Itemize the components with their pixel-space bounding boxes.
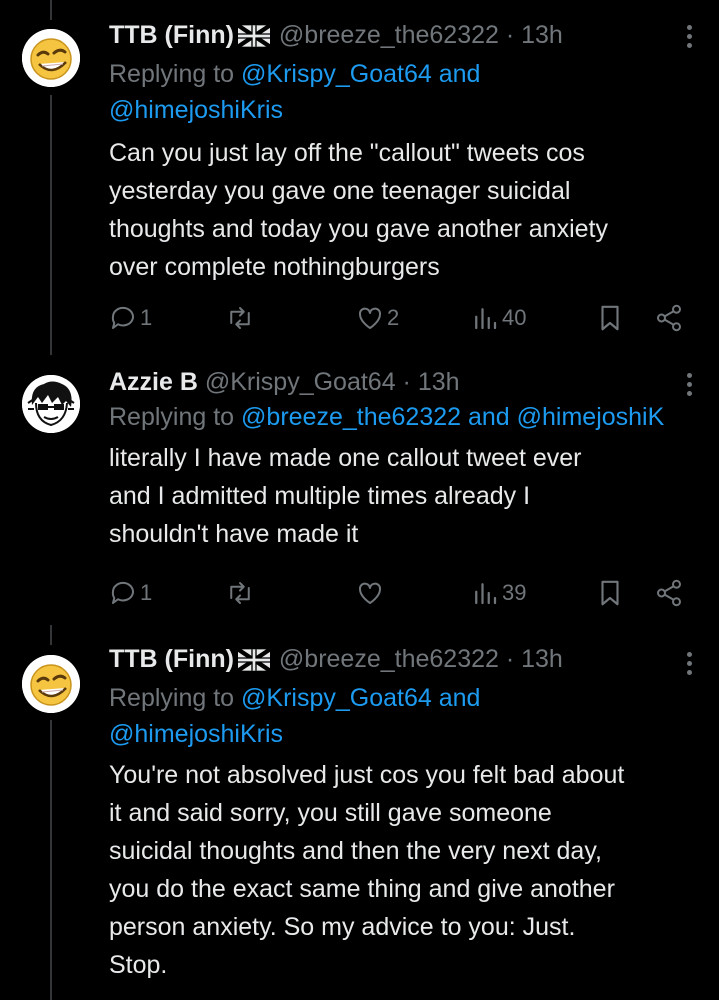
- share-button[interactable]: [654, 575, 684, 611]
- reply-button[interactable]: 1: [108, 300, 152, 336]
- replying-to-label: Replying to: [109, 684, 235, 712]
- tweet-text-line: you do the exact same thing and give ano…: [109, 875, 615, 903]
- share-icon: [657, 579, 681, 607]
- avatar[interactable]: [22, 655, 80, 713]
- like-count: 2: [387, 305, 400, 330]
- like-button[interactable]: 2: [355, 300, 399, 336]
- display-name[interactable]: Azzie B: [109, 368, 198, 396]
- action-bar: 1 2 40: [0, 300, 719, 336]
- reply-mentions[interactable]: @Krispy_Goat64 and: [241, 684, 480, 712]
- view-count: 40: [502, 305, 527, 330]
- heart-icon: [358, 582, 382, 604]
- views-icon: [475, 308, 497, 330]
- retweet-button[interactable]: [225, 575, 257, 611]
- avatar[interactable]: [22, 375, 80, 433]
- retweet-icon: [230, 307, 250, 329]
- tweet-text-line: literally I have made one callout tweet …: [109, 444, 582, 472]
- smirk-emoji-avatar-icon: [22, 29, 80, 87]
- tweet-text-line: it and said sorry, you still gave someon…: [109, 799, 552, 827]
- tweet-text-line: shouldn't have made it: [109, 520, 359, 548]
- reply-icon: [111, 306, 134, 329]
- reply-mention[interactable]: @himejoshiKris: [109, 720, 283, 748]
- tweet-text-line: thoughts and today you gave another anxi…: [109, 215, 608, 243]
- share-icon: [657, 304, 681, 332]
- reply-mentions[interactable]: @breeze_the62322 and @himejoshiK: [241, 403, 664, 431]
- handle-and-time[interactable]: @Krispy_Goat64 · 13h: [205, 368, 460, 396]
- sketch-face-avatar-icon: [22, 375, 80, 433]
- tweet-text-line: and I admitted multiple times already I: [109, 482, 531, 510]
- tweet-text-line: person anxiety. So my advice to you: Jus…: [109, 913, 576, 941]
- tweet-text: literally I have made one callout tweet …: [109, 439, 719, 553]
- bookmark-icon: [601, 580, 619, 606]
- replying-to-label: Replying to: [109, 60, 235, 88]
- tweet-text: You're not absolved just cos you felt ba…: [109, 756, 719, 984]
- smirk-emoji-avatar-icon: [22, 655, 80, 713]
- display-name[interactable]: TTB (Finn): [109, 645, 234, 673]
- replying-to-label: Replying to: [109, 403, 235, 431]
- retweet-icon: [230, 582, 250, 604]
- tweet-text-line: yesterday you gave one teenager suicidal: [109, 177, 571, 205]
- like-button[interactable]: [355, 575, 387, 611]
- tweet-text-line: suicidal thoughts and then the very next…: [109, 837, 602, 865]
- more-options-icon[interactable]: [687, 373, 693, 400]
- share-button[interactable]: [654, 300, 684, 336]
- reply-count: 1: [140, 580, 153, 605]
- tweet-text-line: Stop.: [109, 951, 168, 979]
- tweet-text-line: You're not absolved just cos you felt ba…: [109, 761, 625, 789]
- bookmark-icon: [601, 305, 619, 331]
- views-button[interactable]: 39: [470, 575, 526, 611]
- reply-icon: [111, 581, 134, 604]
- tweet[interactable]: TTB (Finn) @breeze_the62322 · 13h Replyi…: [0, 0, 719, 345]
- bookmark-button[interactable]: [595, 300, 625, 336]
- views-button[interactable]: 40: [470, 300, 526, 336]
- reply-button[interactable]: 1: [108, 575, 152, 611]
- handle-and-time[interactable]: @breeze_the62322 · 13h: [279, 645, 563, 673]
- view-count: 39: [502, 580, 527, 605]
- heart-icon: [358, 307, 382, 329]
- tweet[interactable]: Azzie B @Krispy_Goat64 · 13h Replying to…: [0, 345, 719, 625]
- uk-flag-icon: [236, 22, 272, 56]
- more-options-icon[interactable]: [687, 25, 693, 52]
- tweet-text-line: Can you just lay off the "callout" tweet…: [109, 139, 585, 167]
- tweet-text: Can you just lay off the "callout" tweet…: [109, 134, 719, 286]
- bookmark-button[interactable]: [595, 575, 625, 611]
- handle-and-time[interactable]: @breeze_the62322 · 13h: [279, 21, 563, 49]
- reply-mentions[interactable]: @Krispy_Goat64 and: [241, 60, 480, 88]
- retweet-button[interactable]: [225, 300, 257, 336]
- action-bar: 1 39: [0, 575, 719, 611]
- display-name[interactable]: TTB (Finn): [109, 21, 234, 49]
- reply-mention[interactable]: @himejoshiKris: [109, 96, 283, 124]
- tweet[interactable]: TTB (Finn) @breeze_the62322 · 13h Replyi…: [0, 625, 719, 1000]
- uk-flag-icon: [236, 646, 272, 680]
- views-icon: [475, 583, 497, 605]
- avatar[interactable]: [22, 29, 80, 87]
- tweet-text-line: over complete nothingburgers: [109, 253, 440, 281]
- more-options-icon[interactable]: [687, 652, 693, 679]
- reply-count: 1: [140, 305, 153, 330]
